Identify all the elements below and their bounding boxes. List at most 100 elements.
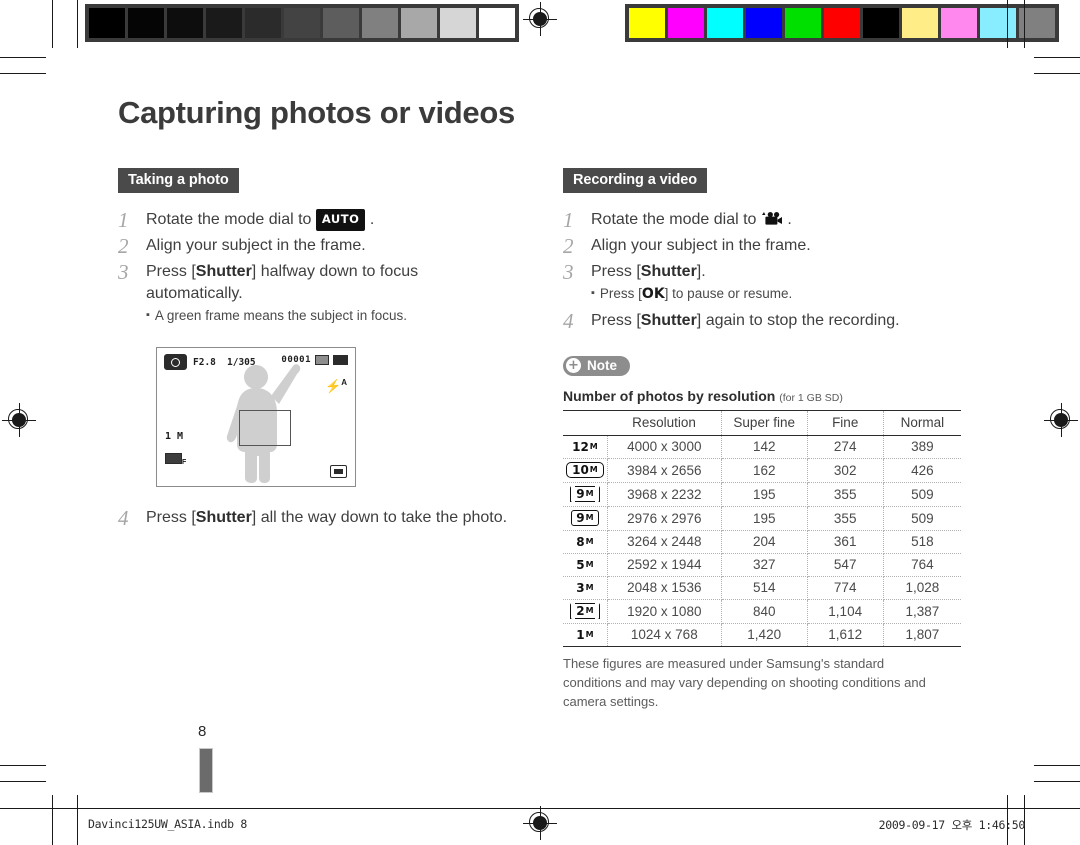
trim-mark <box>1024 0 1025 48</box>
table-header-row: Resolution Super fine Fine Normal <box>563 410 961 437</box>
step-number: 3 <box>563 260 574 285</box>
bullet-icon: ▪ <box>591 287 595 300</box>
subnote-prefix: Press [ <box>599 286 642 302</box>
step-text: Align your subject in the frame. <box>591 237 811 255</box>
step-subnote-text: Press [OK] to pause or resume. <box>600 285 792 304</box>
registration-target-icon <box>523 2 557 36</box>
cell-normal: 389 <box>883 435 961 460</box>
cell-super-fine: 327 <box>721 553 808 578</box>
table-row: 10 M 3984 x 2656 162 302 426 <box>563 458 961 484</box>
step-text: Press [Shutter] again to stop the record… <box>591 310 963 332</box>
focus-frame <box>239 409 291 446</box>
two-column-layout: Taking a photo 1 Rotate the mode dial to… <box>118 168 963 712</box>
resolution-marker-cell: 8M <box>563 530 608 555</box>
registration-target-icon <box>523 806 557 840</box>
battery-icon <box>333 354 348 365</box>
button-name: Shutter <box>195 263 252 281</box>
step-item: 1 Rotate the mode dial to . <box>563 209 963 231</box>
calibration-patch <box>284 8 320 38</box>
trim-mark <box>0 73 46 74</box>
calibration-patch <box>824 8 860 38</box>
step-text: Press [ Shutter]. ▪ Press [OK] to pause o… <box>591 261 963 304</box>
subnote-suffix: ] to pause or resume. <box>664 286 793 302</box>
cell-normal: 764 <box>883 553 961 578</box>
table-header-resolution: Resolution <box>607 410 722 437</box>
cell-fine: 1,104 <box>807 599 884 625</box>
step-text-prefix: Press [ <box>146 263 196 281</box>
calibration-patch <box>89 8 125 38</box>
step-text: Press [Shutter] halfway down to focus au… <box>146 261 518 324</box>
step-number: 3 <box>118 260 129 285</box>
image-size-indicator: 1 M <box>165 430 184 442</box>
step-number: 4 <box>118 505 129 530</box>
cell-super-fine: 142 <box>721 435 808 460</box>
cell-normal: 518 <box>883 530 961 555</box>
step-item: 3 Press [ Shutter]. ▪ Press [OK] to pause… <box>563 261 963 304</box>
calibration-patch <box>746 8 782 38</box>
step-subnote-text: A green frame means the subject in focus… <box>154 307 408 323</box>
step-text: Rotate the mode dial to AUTO . <box>146 209 518 232</box>
memory-card-icon <box>315 354 329 365</box>
table-row: 1 M 1024 x 768 1,420 1,612 1,807 <box>563 623 961 648</box>
step-text-prefix: Press [ <box>591 312 641 330</box>
ok-button-icon: OK <box>641 286 665 303</box>
camera-mode-icon <box>164 353 187 370</box>
resolution-marker-icon: 9M <box>571 510 599 527</box>
calibration-patch <box>668 8 704 38</box>
cell-resolution: 1920 x 1080 <box>607 599 722 625</box>
note-badge-label: Note <box>587 358 617 374</box>
table-row: 9 M 2976 x 2976 195 355 509 <box>563 506 961 532</box>
camera-lcd-illustration: F2.8 1/305 00001 ⚡A 1 M <box>156 346 356 487</box>
calibration-patch <box>128 8 164 38</box>
calibration-patch <box>245 8 281 38</box>
resolution-marker-icon: 8M <box>576 535 594 550</box>
table-body: 12 M 4000 x 3000 142 274 389 10 M 3984 x 2656 162… <box>563 435 961 648</box>
trim-mark <box>1034 73 1080 74</box>
resolution-table: Resolution Super fine Fine Normal 12 M 400… <box>563 410 961 648</box>
button-name: Shutter <box>640 263 697 281</box>
resolution-marker-icon: 9M <box>569 485 601 504</box>
cell-resolution: 3968 x 2232 <box>607 482 722 508</box>
flash-auto-label: A <box>341 377 347 387</box>
cell-super-fine: 840 <box>721 599 808 625</box>
color-calibration-bar <box>625 4 1059 42</box>
step-item: 4 Press [Shutter] all the way down to ta… <box>118 507 518 529</box>
step-item: 3 Press [Shutter] halfway down to focus … <box>118 261 518 324</box>
cell-super-fine: 195 <box>721 482 808 508</box>
resolution-marker-cell: 1M <box>563 623 608 648</box>
calibration-patch <box>401 8 437 38</box>
trim-mark <box>1034 781 1080 782</box>
cell-normal: 509 <box>883 506 961 532</box>
resolution-marker-cell: 9M <box>563 482 608 508</box>
step-subnote: ▪ A green frame means the subject in foc… <box>146 307 518 325</box>
cell-resolution: 3264 x 2448 <box>607 530 722 555</box>
step-text-suffix: ] all the way down to take the photo. <box>251 508 508 526</box>
table-header-super-fine: Super fine <box>721 410 808 437</box>
table-header-normal: Normal <box>883 410 961 437</box>
step-number: 2 <box>563 234 574 259</box>
step-text-suffix: ]. <box>696 263 706 281</box>
resolution-marker-cell: 9M <box>563 506 608 532</box>
page-thumb-tab <box>199 748 213 793</box>
step-text-suffix: . <box>365 211 375 229</box>
step-text-suffix: ] again to stop the recording. <box>696 312 900 330</box>
table-caption-note: (for 1 GB SD) <box>779 392 843 405</box>
step-subnote: ▪ Press [OK] to pause or resume. <box>591 285 963 304</box>
cell-resolution: 2976 x 2976 <box>607 506 722 532</box>
table-header-icon-col <box>563 410 608 437</box>
resolution-marker-cell: 10 M <box>563 458 608 484</box>
resolution-marker-cell: 5M <box>563 553 608 578</box>
cell-normal: 1,028 <box>883 576 961 601</box>
resolution-marker-cell: 2M <box>563 599 608 625</box>
cell-super-fine: 1,420 <box>721 623 808 648</box>
movie-camera-icon <box>761 212 782 225</box>
trim-mark <box>0 765 46 766</box>
cell-normal: 1,807 <box>883 623 961 648</box>
page-number: 8 <box>198 723 207 740</box>
cell-resolution: 3984 x 2656 <box>607 458 722 484</box>
resolution-marker-icon: 1M <box>576 628 594 643</box>
trim-mark <box>52 0 53 48</box>
column-recording-a-video: Recording a video 1 Rotate the mode dial… <box>563 168 963 712</box>
document-page: Capturing photos or videos Taking a phot… <box>0 0 1080 845</box>
calibration-patch <box>980 8 1016 38</box>
